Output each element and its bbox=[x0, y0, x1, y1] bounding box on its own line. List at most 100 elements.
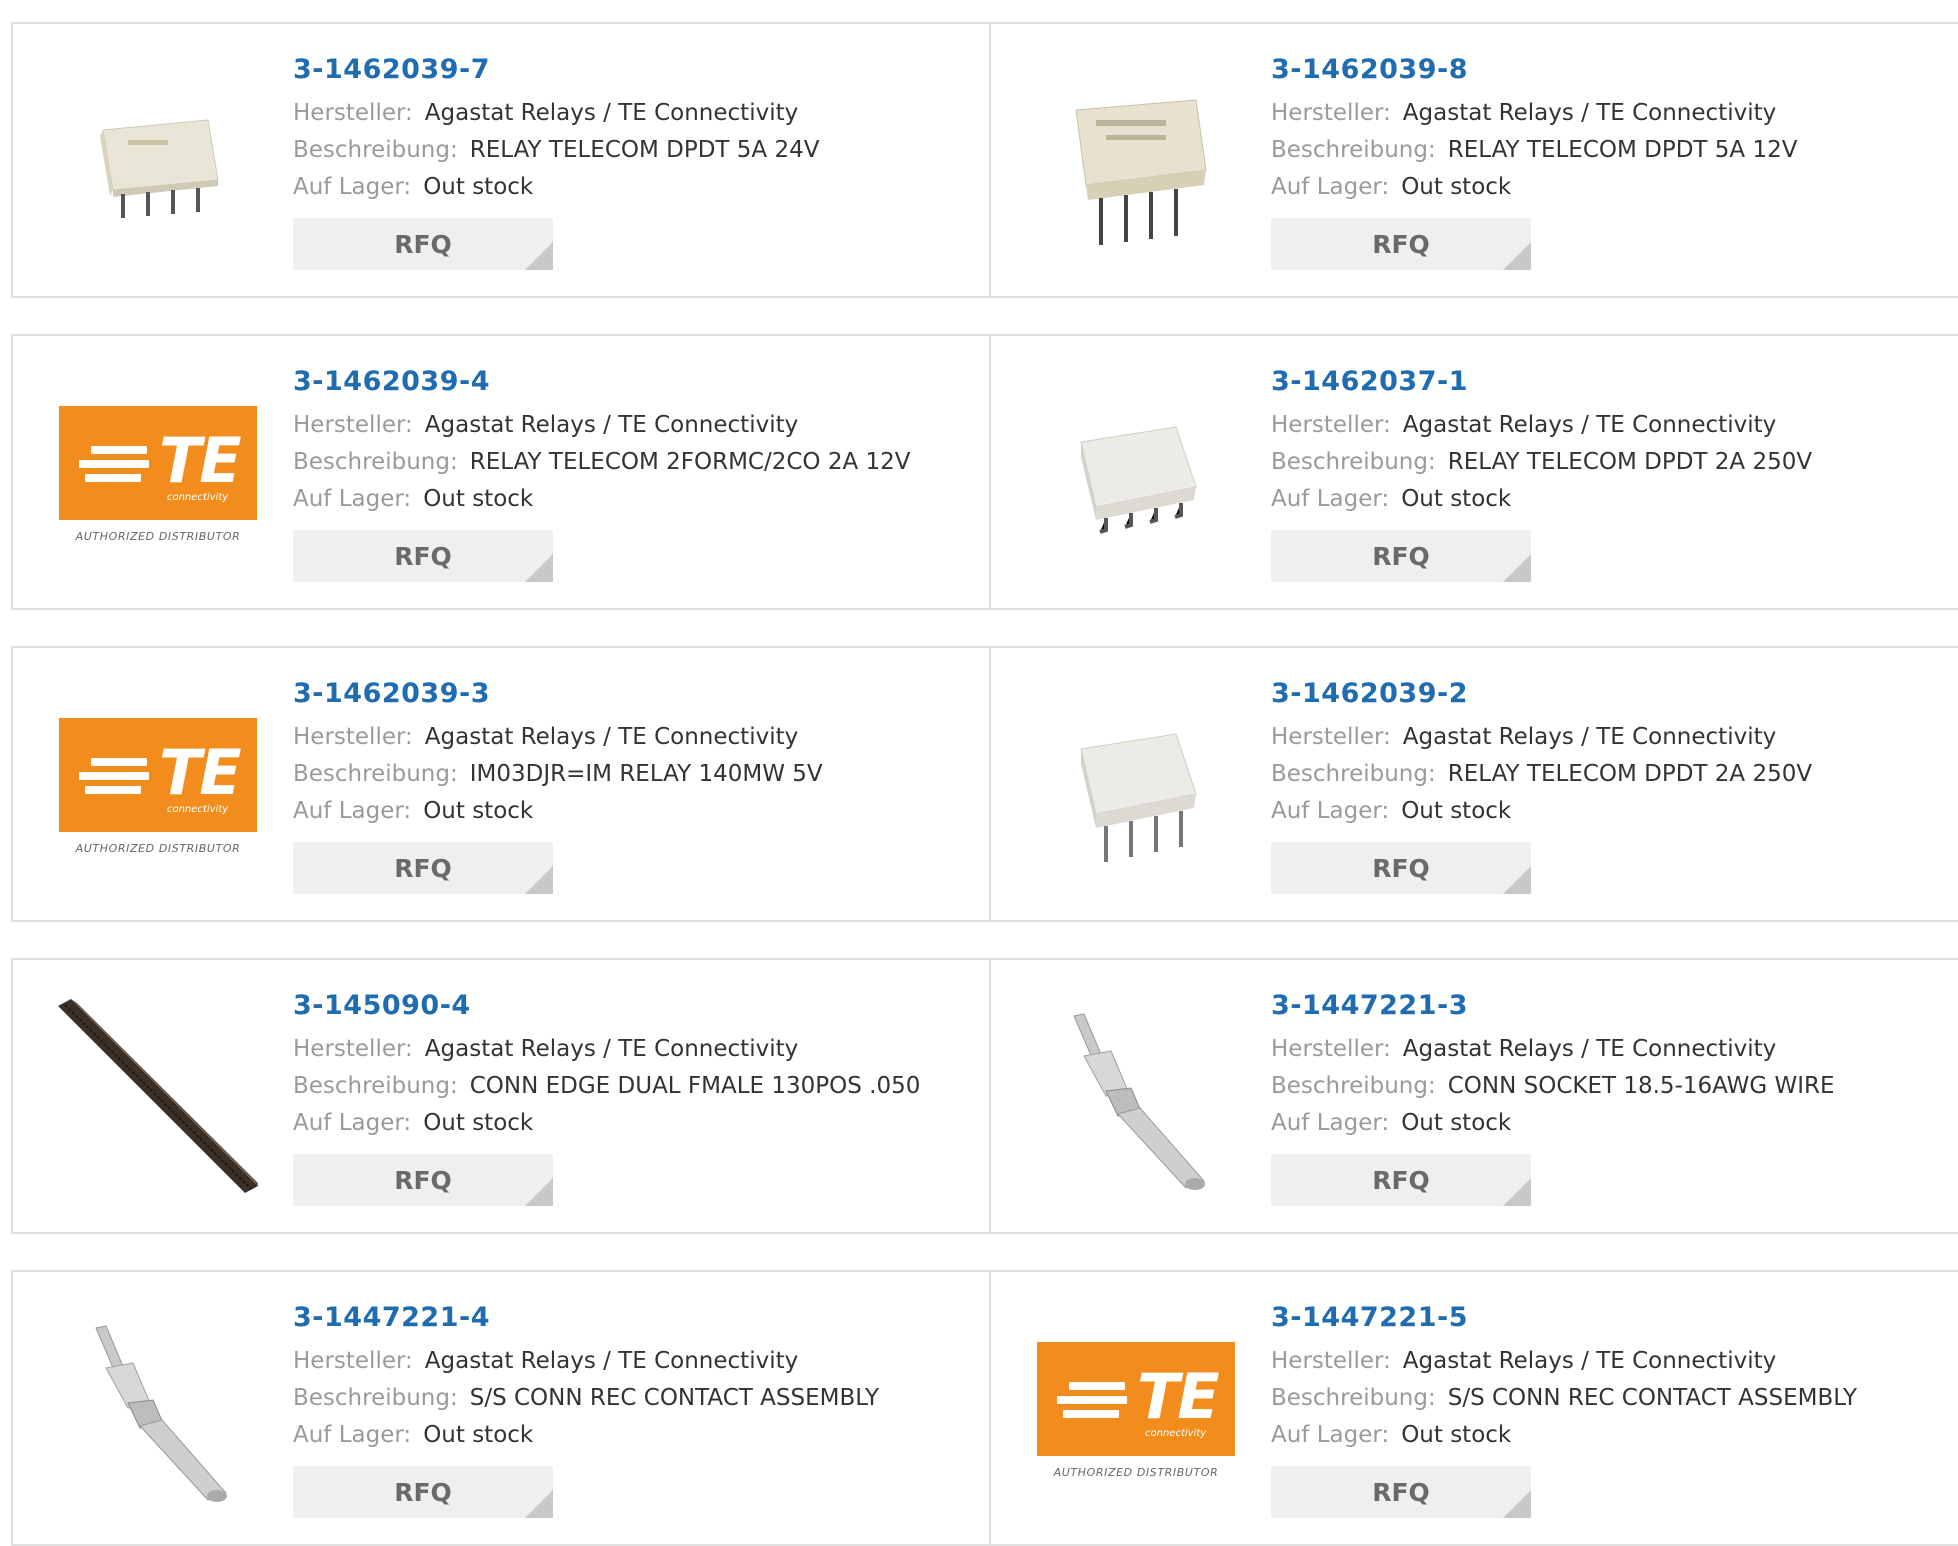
product-info: 3-145090-4 Hersteller: Agastat Relays / T… bbox=[293, 990, 920, 1206]
manufacturer-label: Hersteller: bbox=[293, 1348, 413, 1374]
description-value: RELAY TELECOM DPDT 5A 24V bbox=[469, 137, 820, 163]
product-image[interactable] bbox=[1031, 369, 1241, 579]
relay-flat-image bbox=[58, 60, 258, 264]
rfq-corner-decoration bbox=[1503, 866, 1531, 894]
product-card: TE connectivity AUTHORIZED DISTRIBUTOR 3… bbox=[11, 334, 991, 610]
description-value: RELAY TELECOM DPDT 2A 250V bbox=[1447, 449, 1813, 475]
stock-value: Out stock bbox=[1401, 1110, 1512, 1136]
manufacturer-value: Agastat Relays / TE Connectivity bbox=[424, 100, 799, 126]
manufacturer-label: Hersteller: bbox=[1271, 724, 1391, 750]
description-row: Beschreibung: RELAY TELECOM 2FORMC/2CO 2A… bbox=[293, 444, 911, 481]
rfq-button[interactable]: RFQ bbox=[1271, 1154, 1531, 1206]
stock-row: Auf Lager: Out stock bbox=[1271, 1105, 1835, 1142]
rfq-button[interactable]: RFQ bbox=[1271, 842, 1531, 894]
description-value: RELAY TELECOM 2FORMC/2CO 2A 12V bbox=[469, 449, 911, 475]
stock-value: Out stock bbox=[423, 486, 534, 512]
manufacturer-row: Hersteller: Agastat Relays / TE Connectiv… bbox=[1271, 1343, 1857, 1380]
part-number-link[interactable]: 3-1462039-8 bbox=[1271, 54, 1797, 85]
te-logo-box: TE connectivity bbox=[59, 405, 257, 520]
stock-value: Out stock bbox=[423, 1110, 534, 1136]
stock-row: Auf Lager: Out stock bbox=[293, 1417, 879, 1454]
rfq-button[interactable]: RFQ bbox=[293, 530, 553, 582]
relay-smd-image bbox=[1036, 372, 1236, 576]
authorized-distributor-text: AUTHORIZED DISTRIBUTOR bbox=[1053, 1465, 1219, 1479]
manufacturer-row: Hersteller: Agastat Relays / TE Connectiv… bbox=[293, 719, 823, 756]
te-logo-bars bbox=[79, 757, 149, 800]
stock-label: Auf Lager: bbox=[1271, 486, 1390, 512]
description-row: Beschreibung: S/S CONN REC CONTACT ASSEMB… bbox=[293, 1380, 879, 1417]
part-number-link[interactable]: 3-1462039-4 bbox=[293, 366, 911, 397]
manufacturer-label: Hersteller: bbox=[1271, 412, 1391, 438]
product-card: 3-1462037-1 Hersteller: Agastat Relays / … bbox=[989, 334, 1958, 610]
part-number-link[interactable]: 3-1447221-3 bbox=[1271, 990, 1835, 1021]
manufacturer-label: Hersteller: bbox=[1271, 100, 1391, 126]
stock-row: Auf Lager: Out stock bbox=[293, 793, 823, 830]
part-number-link[interactable]: 3-1447221-5 bbox=[1271, 1302, 1857, 1333]
rfq-corner-decoration bbox=[525, 554, 553, 582]
te-logo-box: TE connectivity bbox=[59, 717, 257, 832]
rfq-button[interactable]: RFQ bbox=[1271, 530, 1531, 582]
manufacturer-value: Agastat Relays / TE Connectivity bbox=[424, 412, 799, 438]
rfq-corner-decoration bbox=[525, 242, 553, 270]
description-value: RELAY TELECOM DPDT 5A 12V bbox=[1447, 137, 1798, 163]
rfq-button[interactable]: RFQ bbox=[1271, 1466, 1531, 1518]
description-label: Beschreibung: bbox=[1271, 1385, 1436, 1411]
manufacturer-row: Hersteller: Agastat Relays / TE Connectiv… bbox=[293, 1031, 920, 1068]
manufacturer-label: Hersteller: bbox=[293, 724, 413, 750]
description-row: Beschreibung: S/S CONN REC CONTACT ASSEMB… bbox=[1271, 1380, 1857, 1417]
part-number-link[interactable]: 3-1462039-2 bbox=[1271, 678, 1812, 709]
rfq-label: RFQ bbox=[1372, 1477, 1430, 1507]
description-label: Beschreibung: bbox=[1271, 761, 1436, 787]
stock-label: Auf Lager: bbox=[293, 1110, 412, 1136]
manufacturer-value: Agastat Relays / TE Connectivity bbox=[1402, 724, 1777, 750]
rfq-button[interactable]: RFQ bbox=[293, 1154, 553, 1206]
product-card: 3-1462039-7 Hersteller: Agastat Relays / … bbox=[11, 22, 991, 298]
product-info: 3-1462039-4 Hersteller: Agastat Relays / … bbox=[293, 366, 911, 582]
manufacturer-label: Hersteller: bbox=[293, 100, 413, 126]
rfq-button[interactable]: RFQ bbox=[293, 842, 553, 894]
manufacturer-value: Agastat Relays / TE Connectivity bbox=[424, 724, 799, 750]
part-number-link[interactable]: 3-1462037-1 bbox=[1271, 366, 1812, 397]
stock-label: Auf Lager: bbox=[293, 486, 412, 512]
rfq-button[interactable]: RFQ bbox=[293, 218, 553, 270]
product-image[interactable] bbox=[1031, 993, 1241, 1203]
product-image[interactable] bbox=[53, 57, 263, 267]
stock-value: Out stock bbox=[1401, 174, 1512, 200]
relay-tall-image bbox=[1036, 60, 1236, 264]
stock-label: Auf Lager: bbox=[293, 174, 412, 200]
stock-value: Out stock bbox=[1401, 798, 1512, 824]
product-image[interactable] bbox=[53, 1305, 263, 1515]
part-number-link[interactable]: 3-1462039-7 bbox=[293, 54, 819, 85]
part-number-link[interactable]: 3-1447221-4 bbox=[293, 1302, 879, 1333]
part-number-link[interactable]: 3-1462039-3 bbox=[293, 678, 823, 709]
manufacturer-value: Agastat Relays / TE Connectivity bbox=[1402, 1348, 1777, 1374]
product-image[interactable] bbox=[1031, 681, 1241, 891]
stock-value: Out stock bbox=[1401, 486, 1512, 512]
rfq-corner-decoration bbox=[525, 866, 553, 894]
te-logo-text: TE bbox=[159, 423, 242, 497]
rfq-corner-decoration bbox=[1503, 554, 1531, 582]
description-value: S/S CONN REC CONTACT ASSEMBLY bbox=[469, 1385, 880, 1411]
rfq-button[interactable]: RFQ bbox=[1271, 218, 1531, 270]
description-row: Beschreibung: RELAY TELECOM DPDT 2A 250V bbox=[1271, 444, 1812, 481]
manufacturer-row: Hersteller: Agastat Relays / TE Connectiv… bbox=[293, 1343, 879, 1380]
manufacturer-value: Agastat Relays / TE Connectivity bbox=[1402, 100, 1777, 126]
rfq-corner-decoration bbox=[1503, 1490, 1531, 1518]
product-info: 3-1462039-7 Hersteller: Agastat Relays / … bbox=[293, 54, 819, 270]
stock-label: Auf Lager: bbox=[1271, 798, 1390, 824]
relay-tht-image bbox=[1036, 684, 1236, 888]
product-image[interactable] bbox=[1031, 57, 1241, 267]
product-card: TE connectivity AUTHORIZED DISTRIBUTOR 3… bbox=[989, 1270, 1958, 1546]
rfq-label: RFQ bbox=[394, 1165, 452, 1195]
product-image[interactable]: TE connectivity AUTHORIZED DISTRIBUTOR bbox=[53, 681, 263, 891]
manufacturer-row: Hersteller: Agastat Relays / TE Connectiv… bbox=[293, 407, 911, 444]
rfq-label: RFQ bbox=[394, 541, 452, 571]
product-image[interactable] bbox=[53, 993, 263, 1203]
product-image[interactable]: TE connectivity AUTHORIZED DISTRIBUTOR bbox=[53, 369, 263, 579]
te-logo-subtext: connectivity bbox=[1145, 1427, 1207, 1439]
part-number-link[interactable]: 3-145090-4 bbox=[293, 990, 920, 1021]
product-image[interactable]: TE connectivity AUTHORIZED DISTRIBUTOR bbox=[1031, 1305, 1241, 1515]
rfq-button[interactable]: RFQ bbox=[293, 1466, 553, 1518]
edge-connector-image bbox=[53, 993, 263, 1203]
te-logo-subtext: connectivity bbox=[167, 491, 229, 503]
